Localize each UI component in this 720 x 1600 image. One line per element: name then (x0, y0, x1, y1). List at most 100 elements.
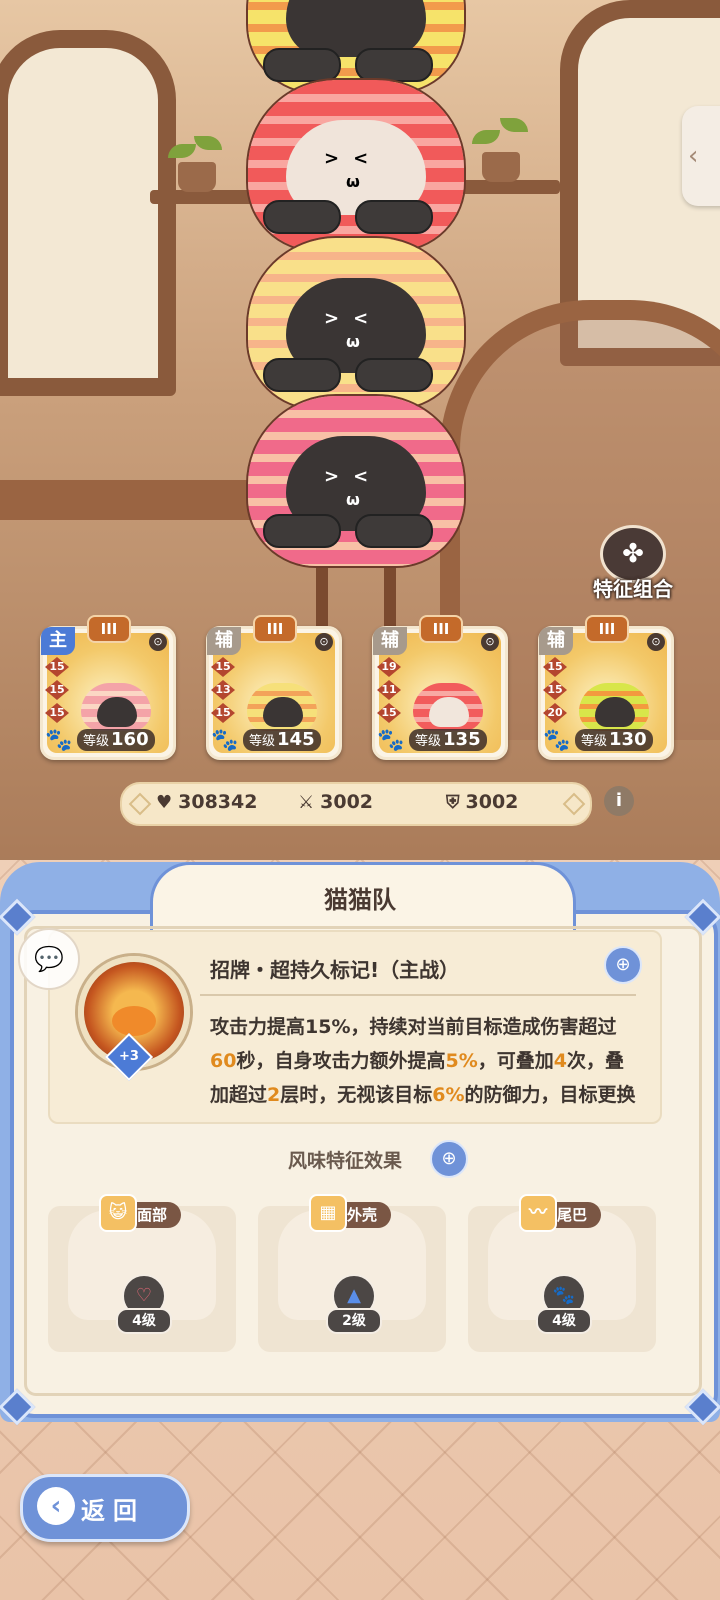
slot-level: 2级 (326, 1308, 382, 1334)
team-card[interactable]: 辅 III ⊙ 19 11 15 🐾 等级 135 (372, 615, 508, 760)
info-icon[interactable]: i (604, 786, 634, 816)
cat-face-icon: 😺 (98, 1194, 137, 1232)
back-arrow-icon: ‹ (37, 1487, 75, 1525)
flavor-slot-face[interactable]: 😺 面部 ♡ 4级 (48, 1194, 236, 1352)
lock-icon[interactable]: ⊙ (315, 633, 333, 651)
role-badge: 辅 (207, 627, 241, 655)
level-value: 130 (609, 729, 647, 750)
trait-stat: 15 (45, 680, 69, 700)
trait-stat: 15 (45, 703, 69, 723)
slot-tag-label: 尾巴 (556, 1206, 588, 1224)
team-cards: 主 III ⊙ 15 15 15 🐾 等级 160 辅 III ⊙ 15 13 … (40, 615, 680, 766)
level-pill: 等级 145 (243, 729, 321, 751)
trait-stat: 20 (543, 703, 567, 723)
panel-title: 猫猫队 (324, 886, 396, 914)
level-label: 等级 (415, 734, 442, 749)
slot-level: 4级 (536, 1308, 592, 1334)
desc-text: ，可叠加 (477, 1050, 554, 1072)
role-badge: 辅 (539, 627, 573, 655)
level-label: 等级 (581, 734, 608, 749)
level-value: 135 (443, 729, 481, 750)
feature-combo-label[interactable]: 特征组合 (578, 573, 688, 602)
team-card[interactable]: 辅 III ⊙ 15 13 15 🐾 等级 145 (206, 615, 342, 760)
hp-total: ♥ 308342 (156, 791, 257, 813)
decor-diamond (128, 792, 152, 816)
level-pill: 等级 160 (77, 729, 155, 751)
desc-text: 秒，自身攻击力额外提高 (236, 1050, 446, 1072)
flavor-slot-shell[interactable]: ▦ 外壳 ▲ 2级 (258, 1194, 446, 1352)
paw-icon: 🐾 (211, 728, 239, 753)
tier-badge: III (253, 615, 297, 643)
desc-text: 层时，无视该目标 (280, 1084, 433, 1106)
divider (200, 994, 636, 996)
flavor-slot-tail[interactable]: 〰 尾巴 🐾 4级 (468, 1194, 656, 1352)
trait-stat: 15 (211, 657, 235, 677)
cat-paws (263, 358, 433, 392)
back-label: 返回 (81, 1497, 145, 1525)
role-badge: 辅 (373, 627, 407, 655)
defense-value: 3002 (465, 791, 519, 813)
lock-icon[interactable]: ⊙ (481, 633, 499, 651)
trait-stats: 15 15 15 (45, 657, 71, 726)
lock-icon[interactable]: ⊙ (647, 633, 665, 651)
left-window (0, 30, 176, 396)
trait-stat: 15 (543, 657, 567, 677)
skill-description[interactable]: 攻击力提高15%，持续对当前目标造成伤害超过 60秒，自身攻击力额外提高5%，可叠… (210, 1010, 640, 1106)
crossed-swords-icon: ⚔ (298, 791, 315, 813)
trait-stat: 15 (211, 703, 235, 723)
cat-paws (263, 48, 433, 82)
chevron-left-icon: ‹ (688, 141, 699, 171)
attack-value: 3002 (320, 791, 374, 813)
flavor-effects-title: 风味特征效果 (287, 1150, 402, 1172)
cat-paws (263, 200, 433, 234)
chat-icon[interactable]: 💬 (18, 928, 80, 990)
attack-total: ⚔ 3002 (298, 791, 373, 813)
level-label: 等级 (249, 734, 276, 749)
potted-plant (472, 118, 528, 182)
skill-name: 招牌・超持久标记!（主战） (210, 958, 460, 982)
shell-icon: ▦ (308, 1194, 347, 1232)
cat-tower: >< ω >< ω >< ω (240, 0, 470, 568)
level-value: 145 (277, 729, 315, 750)
trait-stat: 11 (377, 680, 401, 700)
trait-stat: 15 (377, 703, 401, 723)
level-pill: 等级 130 (575, 729, 653, 751)
trait-stats: 19 11 15 (377, 657, 403, 726)
level-value: 160 (111, 729, 149, 750)
team-card[interactable]: 辅 III ⊙ 15 15 20 🐾 等级 130 (538, 615, 674, 760)
team-card[interactable]: 主 III ⊙ 15 15 15 🐾 等级 160 (40, 615, 176, 760)
zoom-in-icon[interactable]: ⊕ (604, 946, 642, 984)
tier-badge: III (419, 615, 463, 643)
paw-icon: 🐾 (543, 728, 571, 753)
slot-tag-label: 外壳 (346, 1206, 378, 1224)
clover-icon: ✤ (622, 539, 644, 569)
lock-icon[interactable]: ⊙ (149, 633, 167, 651)
team-totals-bar: ♥ 308342 ⚔ 3002 ⛨ 3002 (120, 782, 592, 826)
desc-highlight: 5% (445, 1050, 478, 1072)
potted-plant (168, 136, 222, 192)
cat-paws (263, 514, 433, 548)
side-drawer-tab[interactable]: ‹ (682, 106, 720, 206)
paw-icon: 🐾 (377, 728, 405, 753)
hp-value: 308342 (178, 791, 258, 813)
trait-stat: 13 (211, 680, 235, 700)
trait-stats: 15 15 20 (543, 657, 569, 726)
trait-stat: 15 (45, 657, 69, 677)
trait-stat: 15 (543, 680, 567, 700)
level-pill: 等级 135 (409, 729, 487, 751)
desc-highlight: 4 (553, 1050, 567, 1072)
desc-text: 攻击力提高15%，持续对当前目标造成伤害超过 (210, 1016, 617, 1038)
slot-tag-label: 面部 (136, 1206, 168, 1224)
slot-tag: 〰 尾巴 (518, 1194, 602, 1232)
role-badge: 主 (41, 627, 75, 655)
tail-icon: 〰 (518, 1194, 557, 1232)
zoom-in-icon[interactable]: ⊕ (430, 1140, 468, 1178)
back-button[interactable]: ‹ 返回 (20, 1474, 190, 1542)
tier-badge: III (87, 615, 131, 643)
tier-badge: III (585, 615, 629, 643)
desc-highlight: 60 (210, 1050, 237, 1072)
paw-icon: 🐾 (45, 728, 73, 753)
decor-diamond (562, 792, 586, 816)
slot-tag: ▦ 外壳 (308, 1194, 392, 1232)
level-label: 等级 (83, 734, 110, 749)
